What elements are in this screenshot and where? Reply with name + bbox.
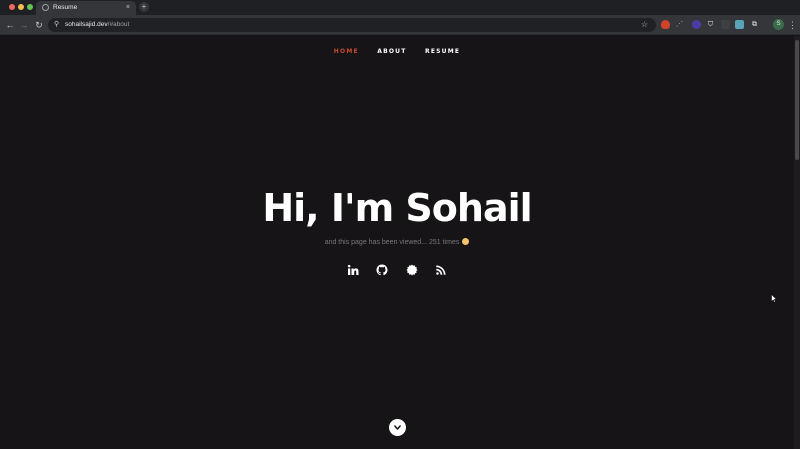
browser-toolbar: ← → ↻ ⚲ sohailsajid.dev/#about ☆ ⋰ ⛉ ⧉ S… xyxy=(0,15,800,35)
rss-link[interactable] xyxy=(433,263,449,277)
view-counter-text: and this page has been viewed... 251 tim… xyxy=(0,238,794,248)
hero-title: Hi, I'm Sohail xyxy=(262,186,532,230)
nav-resume-link[interactable]: RESUME xyxy=(425,47,460,56)
bookmark-star-icon[interactable]: ☆ xyxy=(641,19,648,31)
scroll-down-button[interactable] xyxy=(389,419,406,436)
close-tab-icon[interactable]: × xyxy=(126,2,130,14)
globe-icon xyxy=(42,4,49,11)
waveform-extension-icon[interactable]: ⋰ xyxy=(675,20,684,29)
emoji-icon xyxy=(462,238,470,245)
rss-icon xyxy=(436,265,446,275)
nav-about-link[interactable]: ABOUT xyxy=(377,47,406,56)
minimize-window-button[interactable] xyxy=(18,4,24,10)
brave-shield-icon[interactable] xyxy=(661,20,670,29)
extension-tile-icon[interactable] xyxy=(735,20,744,29)
shield-extension-icon[interactable]: ⛉ xyxy=(706,20,715,29)
back-arrow-icon[interactable]: ← xyxy=(4,19,16,31)
scrollbar-thumb[interactable] xyxy=(795,40,799,160)
github-link[interactable] xyxy=(374,263,390,277)
close-window-button[interactable] xyxy=(9,4,15,10)
linkedin-icon xyxy=(347,264,359,275)
linkedin-link[interactable] xyxy=(345,263,361,277)
browser-menu-icon[interactable]: ⋮ xyxy=(788,19,797,31)
tab-title: Resume xyxy=(53,4,78,11)
extension-square-icon[interactable] xyxy=(721,20,730,29)
extension-badge-icon[interactable] xyxy=(692,20,701,29)
url-text[interactable]: sohailsajid.dev/#about xyxy=(65,19,129,31)
puzzle-extensions-icon[interactable]: ⧉ xyxy=(750,20,759,29)
badge-icon xyxy=(406,264,418,276)
address-bar[interactable]: ⚲ sohailsajid.dev/#about ☆ xyxy=(48,18,656,32)
social-links xyxy=(0,261,794,279)
badge-link[interactable] xyxy=(404,263,420,277)
page-scrollbar[interactable] xyxy=(794,36,800,449)
chevron-down-icon xyxy=(394,425,401,430)
profile-avatar[interactable]: S xyxy=(773,19,784,30)
github-icon xyxy=(376,264,388,275)
page-content: HOME ABOUT RESUME Hi, I'm Sohail and thi… xyxy=(0,36,794,449)
maximize-window-button[interactable] xyxy=(27,4,33,10)
site-info-icon[interactable]: ⚲ xyxy=(54,20,59,30)
nav-home-link[interactable]: HOME xyxy=(334,47,359,56)
browser-tab-strip: Resume × + xyxy=(0,0,800,15)
browser-tab[interactable]: Resume × xyxy=(36,1,136,15)
reload-icon[interactable]: ↻ xyxy=(33,19,45,31)
mouse-cursor-icon xyxy=(771,294,777,303)
forward-arrow-icon[interactable]: → xyxy=(18,19,30,31)
top-navigation: HOME ABOUT RESUME xyxy=(0,40,794,58)
new-tab-button[interactable]: + xyxy=(139,2,149,12)
